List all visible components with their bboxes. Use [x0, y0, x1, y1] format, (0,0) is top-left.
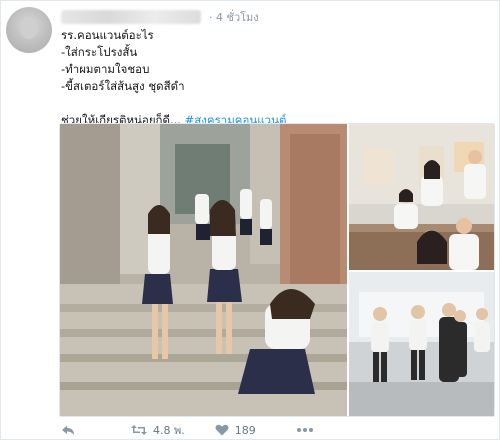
photo-main[interactable]	[60, 124, 347, 416]
photo-hallway[interactable]	[349, 272, 494, 416]
reply-button[interactable]	[61, 424, 75, 436]
media-grid	[59, 123, 495, 417]
avatar[interactable]	[6, 7, 52, 53]
timestamp[interactable]: · 4 ชั่วโมง	[209, 8, 259, 26]
photo-classroom[interactable]	[349, 124, 494, 270]
tweet-header: · 4 ชั่วโมง	[61, 7, 259, 27]
blurred-username[interactable]	[61, 10, 201, 24]
tweet-line: -ใส่กระโปรงสั้น	[61, 45, 138, 59]
like-icon	[215, 424, 229, 436]
tweet-line: -ขี้สเตอร์ใส่ส้นสูง ชุดสีดำ	[61, 79, 185, 93]
more-icon	[296, 428, 313, 432]
tweet-card: · 4 ชั่วโมง รร.คอนแวนต์อะไร -ใส่กระโปรงส…	[0, 0, 500, 440]
tweet-text: รร.คอนแวนต์อะไร -ใส่กระโปรงสั้น -ทำผมตาม…	[61, 27, 481, 129]
retweet-count: 4.8 พ.	[153, 424, 185, 437]
tweet-line: -ทำผมตามใจชอบ	[61, 62, 150, 76]
tweet-line: รร.คอนแวนต์อะไร	[61, 28, 154, 42]
tweet-actions: 4.8 พ. 189	[61, 421, 314, 439]
like-button[interactable]: 189	[215, 424, 256, 437]
retweet-icon	[131, 425, 147, 435]
more-button[interactable]	[296, 427, 314, 433]
retweet-button[interactable]: 4.8 พ.	[131, 421, 185, 439]
reply-icon	[62, 425, 74, 435]
like-count: 189	[234, 423, 256, 437]
